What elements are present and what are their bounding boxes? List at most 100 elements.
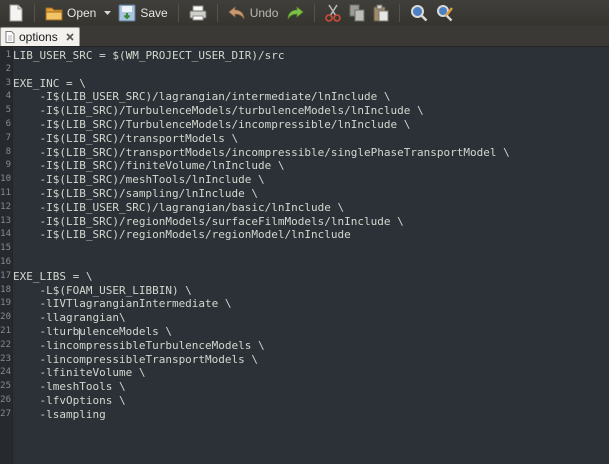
code-text: -lmeshTools \	[13, 380, 126, 394]
code-text: -I$(LIB_SRC)/TurbulenceModels/turbulence…	[13, 104, 424, 118]
code-line[interactable]: 13 -I$(LIB_SRC)/regionModels/surfaceFilm…	[0, 215, 609, 229]
undo-icon	[228, 6, 245, 20]
toolbar-separator	[34, 4, 35, 22]
code-text: LIB_USER_SRC = $(WM_PROJECT_USER_DIR)/sr…	[13, 49, 285, 62]
code-line[interactable]: 3 EXE_INC = \	[0, 77, 609, 91]
save-label: Save	[140, 6, 168, 20]
code-text: -L$(FOAM_USER_LIBBIN) \	[13, 283, 192, 297]
code-line[interactable]: 2	[0, 63, 609, 77]
find-replace-button[interactable]	[432, 2, 458, 24]
line-number: 12	[0, 201, 11, 212]
code-editor[interactable]: 1 LIB_USER_SRC = $(WM_PROJECT_USER_DIR)/s…	[0, 47, 609, 464]
code-line[interactable]: 4 -I$(LIB_USER_SRC)/lagrangian/intermedi…	[0, 90, 609, 104]
code-line[interactable]: 18 -L$(FOAM_USER_LIBBIN) \	[0, 284, 609, 298]
code-text: -lincompressibleTransportModels \	[13, 352, 259, 366]
code-line[interactable]: 10 -I$(LIB_SRC)/meshTools/lnInclude \	[0, 173, 609, 187]
print-icon	[189, 5, 207, 21]
line-number: 11	[0, 188, 11, 198]
line-number: 2	[5, 63, 11, 74]
code-line[interactable]: 15	[0, 242, 609, 256]
code-line[interactable]: 27 -lsampling	[0, 408, 609, 422]
code-line[interactable]: 20 -llagrangian\	[0, 311, 609, 325]
new-file-button[interactable]	[4, 2, 28, 24]
code-line[interactable]: 19 -lIVTlagrangianIntermediate \	[0, 297, 609, 311]
code-text: -I$(LIB_USER_SRC)/lagrangian/basic/lnInc…	[13, 200, 345, 214]
paste-button[interactable]	[369, 2, 393, 24]
code-text: -I$(LIB_SRC)/transportModels \	[13, 131, 239, 145]
code-text: -I$(LIB_SRC)/regionModels/regionModel/ln…	[13, 228, 351, 242]
code-line[interactable]: 25 -lmeshTools \	[0, 380, 609, 394]
code-line[interactable]: 21 -lturbulenceModels \	[0, 325, 609, 339]
code-text: -I$(LIB_SRC)/meshTools/lnInclude \	[13, 173, 265, 187]
code-line[interactable]: 16	[0, 256, 609, 270]
save-icon	[118, 4, 136, 22]
print-button[interactable]	[185, 2, 211, 24]
toolbar-separator	[177, 4, 179, 22]
code-text: -I$(LIB_SRC)/finiteVolume/lnInclude \	[13, 159, 285, 173]
open-label: Open	[67, 6, 97, 20]
code-text: -lIVTlagrangianIntermediate \	[13, 297, 232, 311]
code-text: -lturbulenceModels \	[13, 325, 172, 338]
code-line[interactable]: 14 -I$(LIB_SRC)/regionModels/regionModel…	[0, 228, 609, 242]
open-recent-dropdown[interactable]	[100, 2, 114, 24]
code-line[interactable]: 17 EXE_LIBS = \	[0, 270, 609, 284]
line-number: 15	[0, 243, 11, 254]
code-line[interactable]: 26 -lfvOptions \	[0, 394, 609, 408]
code-line[interactable]: 7 -I$(LIB_SRC)/transportModels \	[0, 132, 609, 146]
document-icon	[5, 31, 15, 43]
line-number: 10	[0, 174, 11, 185]
line-number: 8	[5, 146, 11, 157]
chevron-down-icon	[103, 11, 111, 15]
close-icon[interactable]	[64, 31, 76, 43]
copy-button[interactable]	[345, 2, 369, 24]
line-number: 27	[0, 408, 11, 419]
code-text: -I$(LIB_USER_SRC)/lagrangian/intermediat…	[13, 90, 391, 104]
line-number: 26	[0, 395, 11, 405]
undo-button[interactable]: Undo	[224, 2, 283, 24]
code-text: -lfiniteVolume \	[13, 366, 146, 380]
code-text: -I$(LIB_SRC)/regionModels/surfaceFilmMod…	[13, 214, 404, 228]
line-number: 14	[0, 229, 11, 240]
line-number: 7	[5, 132, 11, 143]
code-line[interactable]: 1 LIB_USER_SRC = $(WM_PROJECT_USER_DIR)/s…	[0, 49, 609, 63]
code-line[interactable]: 24 -lfiniteVolume \	[0, 366, 609, 380]
toolbar-separator	[216, 4, 218, 22]
code-line[interactable]: 11 -I$(LIB_SRC)/sampling/lnInclude \	[0, 187, 609, 201]
cut-button[interactable]	[321, 2, 345, 24]
save-button[interactable]: Save	[114, 2, 171, 24]
tab-bar: options	[0, 26, 609, 47]
code-line[interactable]: 6 -I$(LIB_SRC)/TurbulenceModels/incompre…	[0, 118, 609, 132]
toolbar: Open Save Undo	[0, 0, 609, 26]
line-number: 5	[5, 105, 11, 116]
line-number: 6	[5, 119, 11, 129]
code-line[interactable]: 22 -lincompressibleTurbulenceModels \	[0, 339, 609, 353]
text-cursor	[79, 328, 80, 340]
code-line[interactable]: 8 -I$(LIB_SRC)/transportModels/incompres…	[0, 146, 609, 160]
code-line[interactable]: 5 -I$(LIB_SRC)/TurbulenceModels/turbulen…	[0, 104, 609, 118]
open-button[interactable]: Open	[41, 2, 100, 24]
line-number: 19	[0, 298, 11, 309]
code-line[interactable]: 23 -lincompressibleTransportModels \	[0, 353, 609, 367]
toolbar-separator	[399, 4, 401, 22]
line-number: 24	[0, 367, 11, 378]
code-line[interactable]: 9 -I$(LIB_SRC)/finiteVolume/lnInclude \	[0, 159, 609, 173]
code-line[interactable]: 12 -I$(LIB_USER_SRC)/lagrangian/basic/ln…	[0, 201, 609, 215]
redo-button[interactable]	[282, 2, 308, 24]
tab-options[interactable]: options	[0, 27, 80, 46]
find-button[interactable]	[406, 2, 432, 24]
line-number: 23	[0, 353, 11, 364]
toolbar-separator	[314, 4, 316, 22]
code-text: EXE_LIBS = \	[13, 269, 93, 283]
line-number: 16	[0, 257, 11, 267]
tab-title: options	[19, 30, 58, 44]
cut-icon	[325, 4, 342, 22]
line-number: 25	[0, 381, 11, 392]
line-number: 13	[0, 215, 11, 226]
code-text: -llagrangian\	[13, 311, 126, 325]
paste-icon	[373, 4, 389, 22]
code-text: EXE_INC = \	[13, 76, 86, 90]
redo-icon	[288, 6, 305, 20]
line-number: 1	[5, 50, 11, 60]
code-text: -lsampling	[13, 407, 106, 421]
code-text: -I$(LIB_SRC)/sampling/lnInclude \	[13, 187, 259, 200]
